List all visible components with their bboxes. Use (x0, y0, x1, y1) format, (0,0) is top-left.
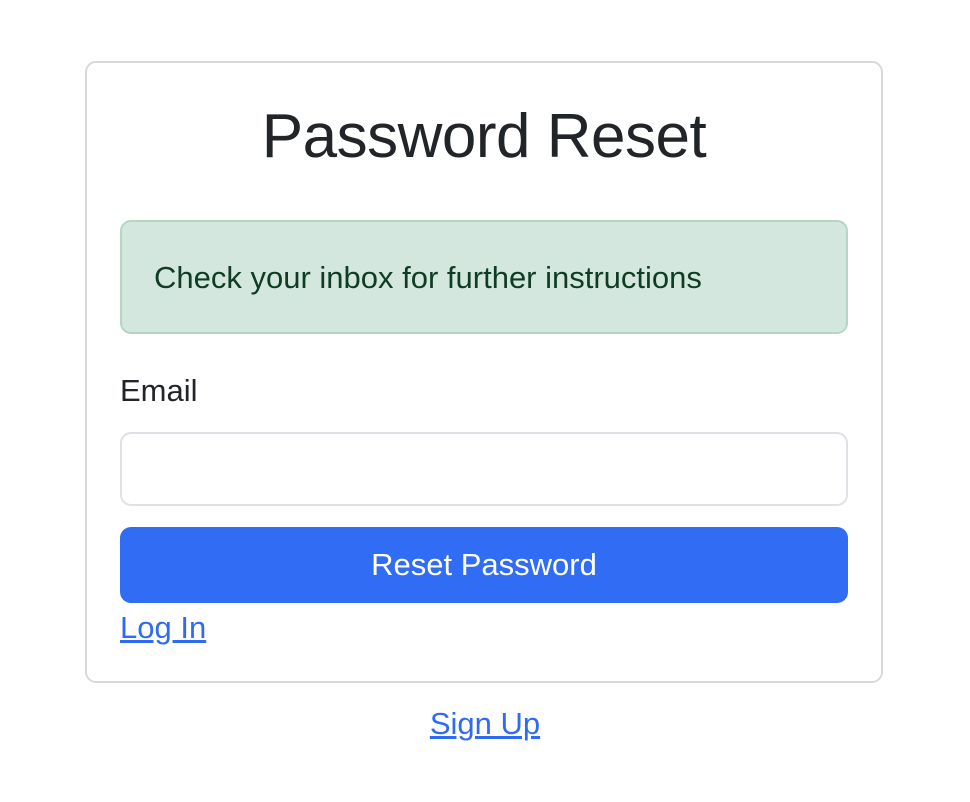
page-title: Password Reset (261, 102, 707, 171)
email-input[interactable] (120, 432, 848, 506)
email-label: Email (120, 373, 198, 408)
password-reset-card: Password Reset Check your inbox for furt… (85, 61, 883, 683)
page: Password Reset Check your inbox for furt… (0, 0, 970, 802)
card-body: Password Reset Check your inbox for furt… (120, 63, 848, 681)
reset-password-button[interactable]: Reset Password (120, 527, 848, 603)
alert-message: Check your inbox for further instruction… (154, 260, 702, 295)
signup-link[interactable]: Sign Up (430, 706, 540, 741)
login-link[interactable]: Log In (120, 608, 206, 648)
signup-container: Sign Up (0, 704, 970, 744)
success-alert: Check your inbox for further instruction… (120, 220, 848, 334)
